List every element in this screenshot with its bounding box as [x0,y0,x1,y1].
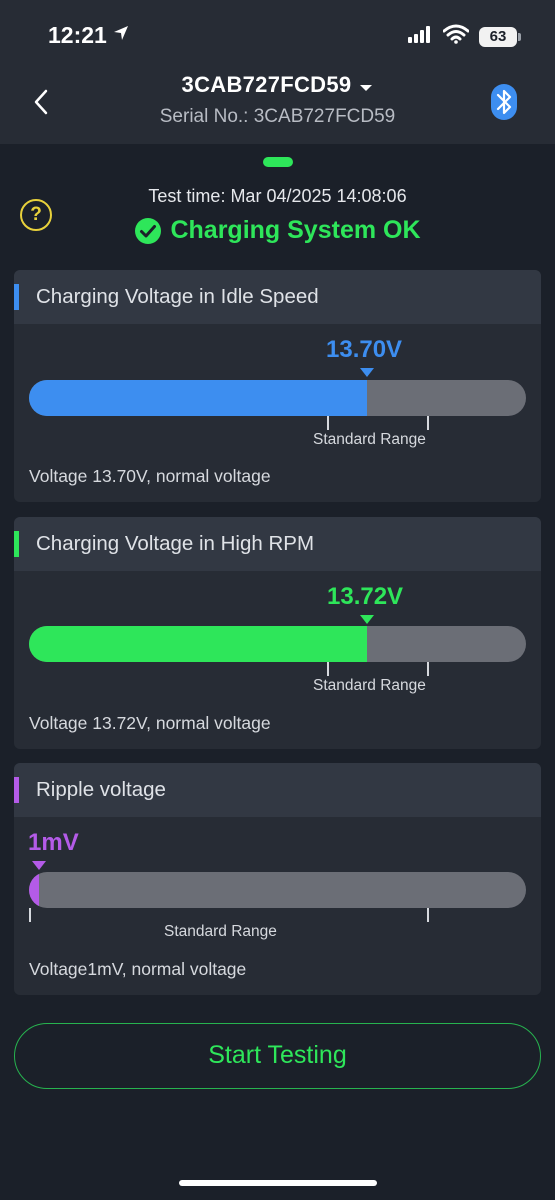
range-start-tick [327,662,329,676]
voltage-description: Voltage 13.70V, normal voltage [29,466,271,486]
standard-range-label: Standard Range [313,431,426,448]
value-marker [32,861,46,870]
range-end-tick [427,908,429,922]
voltage-value: 13.70V [326,336,403,363]
check-circle-icon [135,217,162,244]
range-end-tick [427,416,429,430]
card-title: Charging Voltage in Idle Speed [36,285,319,308]
location-arrow-icon [112,24,130,47]
card-header: Charging Voltage in Idle Speed [14,270,541,324]
ripple-voltage-card: Ripple voltage 1mV Standard Range Voltag… [14,763,541,995]
value-marker [359,368,374,377]
system-status: Charging System OK [0,216,555,245]
voltage-bar-fill [29,626,367,662]
card-accent [14,531,19,557]
status-text: Charging System OK [170,216,421,244]
high-rpm-voltage-card: Charging Voltage in High RPM 13.72V Stan… [14,517,541,749]
voltage-bar [29,626,526,662]
card-header: Charging Voltage in High RPM [14,517,541,571]
bluetooth-button[interactable] [491,84,517,125]
card-title: Charging Voltage in High RPM [36,532,315,555]
wifi-icon [442,24,470,49]
status-time: 12:21 [48,22,107,48]
sheet-handle[interactable] [263,157,293,167]
voltage-description: Voltage1mV, normal voltage [29,959,247,979]
status-bar: 12:21 63 [0,0,555,72]
voltage-value: 13.72V [327,583,404,610]
serial-number: Serial No.: 3CAB727FCD59 [159,106,396,127]
home-indicator [179,1180,377,1186]
value-marker [359,615,374,624]
card-accent [14,777,19,803]
bluetooth-icon [491,84,517,120]
range-end-tick [427,662,429,676]
range-start-tick [327,416,329,430]
battery-icon: 63 [479,26,521,47]
voltage-description: Voltage 13.72V, normal voltage [29,713,271,733]
voltage-bar-fill [29,380,367,416]
card-accent [14,284,19,310]
signal-icon [407,25,433,48]
device-title: 3CAB727FCD59 [181,72,352,97]
app-header: 3CAB727FCD59 Serial No.: 3CAB727FCD59 [0,72,555,144]
start-testing-button[interactable]: Start Testing [14,1023,541,1089]
idle-voltage-card: Charging Voltage in Idle Speed 13.70V St… [14,270,541,502]
voltage-bar [29,380,526,416]
chevron-down-icon [359,73,373,99]
voltage-bar-fill [29,872,39,908]
standard-range-label: Standard Range [313,677,426,694]
voltage-value: 1mV [28,829,79,856]
card-header: Ripple voltage [14,763,541,817]
card-title: Ripple voltage [36,778,166,801]
status-indicators: 63 [407,24,521,49]
device-selector[interactable]: 3CAB727FCD59 [0,72,555,99]
test-time: Test time: Mar 04/2025 14:08:06 [148,186,407,206]
standard-range-label: Standard Range [164,923,277,940]
range-start-tick [29,908,31,922]
voltage-bar [29,872,526,908]
